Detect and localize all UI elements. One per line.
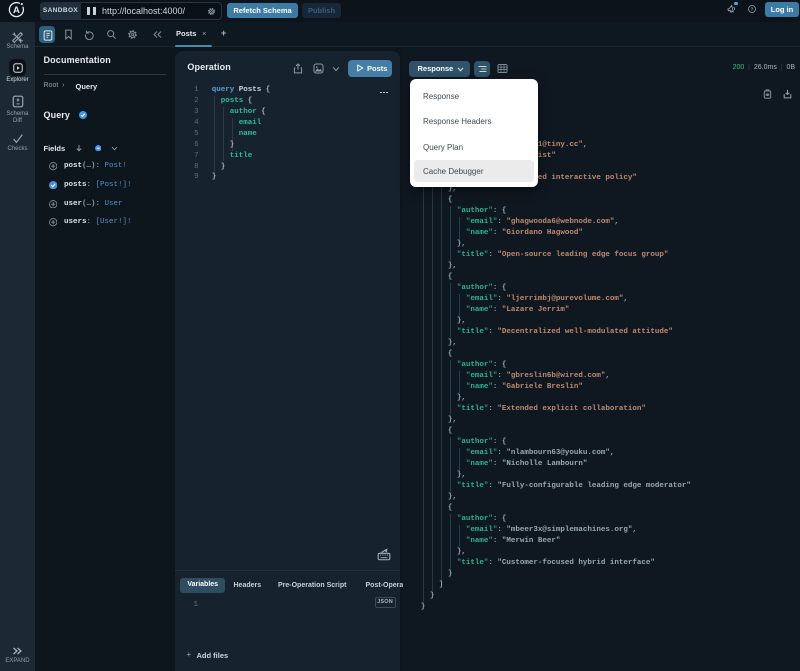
svg-text:?: ?	[751, 7, 754, 13]
svg-text:A: A	[13, 5, 20, 16]
